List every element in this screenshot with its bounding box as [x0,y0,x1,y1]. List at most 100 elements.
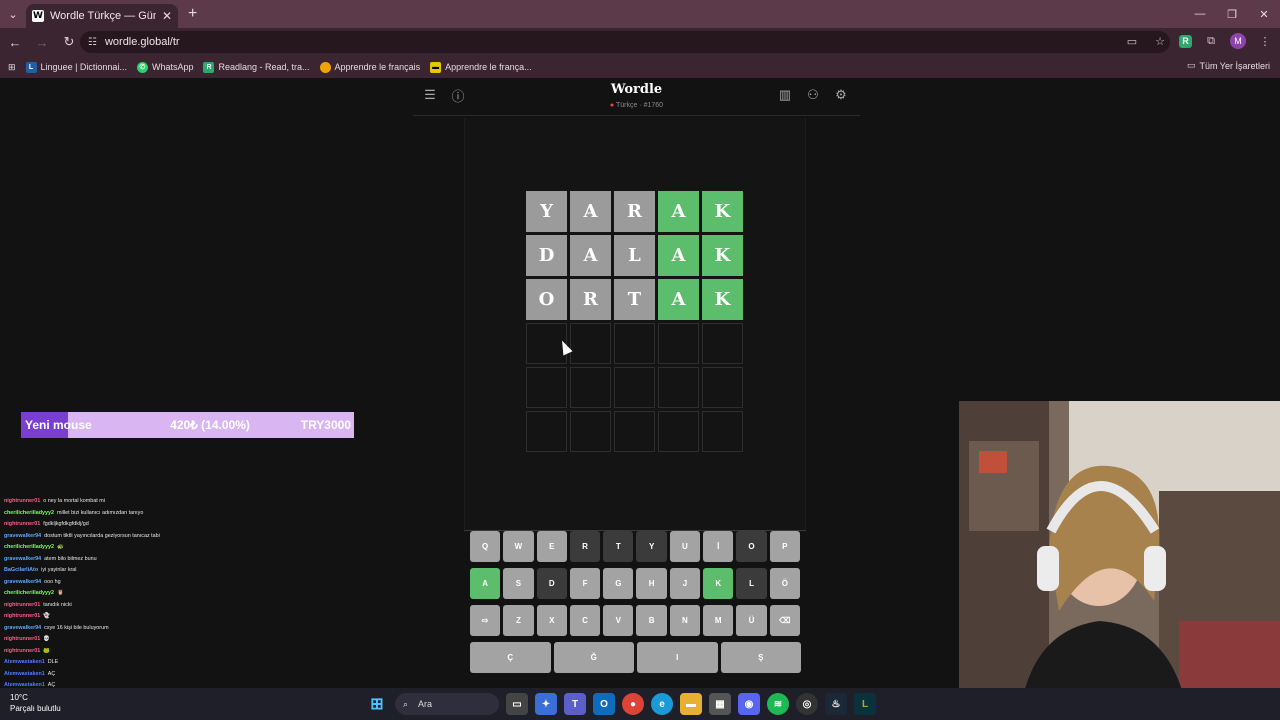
bookmark-whatsapp[interactable]: ✆ WhatsApp [136,61,193,73]
puzzle-number: #1760 [643,102,664,109]
browser-tab[interactable]: W Wordle Türkçe — Günlük kelime ✕ [26,4,178,28]
copilot-icon[interactable]: ✦ [535,693,557,715]
bookmark-apprendre-2[interactable]: ▬ Apprendre le frança... [430,61,532,73]
key-ç[interactable]: Ç [470,642,551,673]
chat-message: Atemwastaken1 AÇ [4,669,304,681]
key-z[interactable]: Z [503,605,534,636]
key-g[interactable]: G [603,568,634,599]
user-icon[interactable]: ⚇ [806,87,820,102]
chat-username: nightrunner01 [4,601,41,608]
bookmark-linguee[interactable]: L Linguee | Dictionnai... [25,61,127,73]
address-bar[interactable]: ☷ wordle.global/tr [80,31,1170,53]
key-l[interactable]: L [736,568,767,599]
key-m[interactable]: M [703,605,734,636]
key-a[interactable]: A [470,568,501,599]
chat-username: nightrunner01 [4,636,41,642]
bookmark-label: Linguee | Dictionnai... [40,62,127,72]
new-tab-icon[interactable]: + [188,5,197,23]
board-row: ORTAK [526,279,743,320]
key-v[interactable]: V [603,605,634,636]
key-b[interactable]: B [636,605,667,636]
board-tile [702,411,743,452]
file-explorer-icon[interactable]: ▬ [680,693,702,715]
task-view-icon[interactable]: ▭ [506,693,528,715]
key-h[interactable]: H [636,568,667,599]
linguee-icon: L [25,61,37,73]
key-ş[interactable]: Ş [720,642,801,673]
key-x[interactable]: X [536,605,567,636]
key-⇨[interactable]: ⇨ [470,605,501,636]
board-tile: K [702,235,743,276]
windows-taskbar: 10°C Parçalı bulutlu ⊞ ⌕ Ara ▭ ✦ T O ● e… [0,688,1280,720]
obs-icon[interactable]: ◎ [796,693,818,715]
close-icon[interactable]: ✕ [162,9,172,23]
key-q[interactable]: Q [470,531,501,562]
tab-search-icon[interactable]: ⌄ [0,0,26,28]
edge-icon[interactable]: e [651,693,673,715]
key-j[interactable]: J [669,568,701,599]
profile-avatar[interactable]: M [1230,33,1246,49]
stream-chat: nightrunner01 o ney la mortal kombat mi ch… [4,496,304,703]
gear-icon[interactable]: ⚙ [834,87,848,102]
chrome-icon[interactable]: ● [622,693,644,715]
chat-username: Atemwastaken1 [4,670,45,677]
reload-icon[interactable]: ↻ [57,30,81,54]
board-tile [614,323,655,364]
stats-icon[interactable]: ▥ [778,87,792,102]
site-info-icon[interactable]: ☷ [88,37,97,48]
chat-text: csye 16 kişi bile buluyorum [44,624,109,631]
key-i̇[interactable]: İ [703,531,734,562]
all-bookmarks[interactable]: ▭ Tüm Yer İşaretleri [1187,60,1270,71]
key-o[interactable]: O [736,531,767,562]
chat-text: atem bilo bilmez bunu [44,555,97,562]
keyboard-row: ÇĞIŞ [470,642,802,673]
extensions-icon[interactable]: ⧉ [1202,32,1220,50]
outlook-icon[interactable]: O [593,693,615,715]
chat-message: cherilicherilladyyy2 millet bizi kullanıc… [4,508,304,520]
key-f[interactable]: F [569,568,601,599]
steam-icon[interactable]: ♨ [825,693,847,715]
chat-text: fgdkljkgfdkgfdklj/gd [43,521,89,527]
back-icon[interactable]: ← [3,30,27,54]
bookmark-star-icon[interactable]: ☆ [1151,32,1169,50]
key-i[interactable]: I [637,642,718,673]
weather-widget[interactable]: 10°C Parçalı bulutlu [10,692,61,714]
chat-message: gravewalker94 dostum tiktli yayıncılarda … [4,531,304,543]
minimize-icon[interactable]: — [1184,0,1216,28]
bookmark-readlang[interactable]: R Readlang - Read, tra... [203,61,310,73]
key-k[interactable]: K [703,568,734,599]
key-t[interactable]: T [603,531,634,562]
key-ğ[interactable]: Ğ [553,642,634,673]
key-c[interactable]: C [569,605,601,636]
board-tile: K [702,279,743,320]
key-e[interactable]: E [536,531,567,562]
readlang-extension-icon[interactable]: R [1179,34,1192,48]
maximize-icon[interactable]: ❐ [1216,0,1248,28]
key-⌫[interactable]: ⌫ [769,605,800,636]
spotify-icon[interactable]: ≋ [767,693,789,715]
bookmark-apprendre-1[interactable]: Apprendre le français [319,61,420,73]
key-r[interactable]: R [569,531,601,562]
chat-message: Atemwastaken1 DLE [4,657,304,669]
board-tile [702,367,743,408]
store-icon[interactable]: ▦ [709,693,731,715]
key-ö[interactable]: Ö [769,568,800,599]
key-u[interactable]: U [669,531,701,562]
key-d[interactable]: D [536,568,567,599]
key-w[interactable]: W [503,531,534,562]
forward-icon[interactable]: → [30,30,54,54]
windows-start-icon[interactable]: ⊞ [366,693,388,715]
taskbar-search[interactable]: ⌕ Ara [395,693,499,715]
league-icon[interactable]: L [854,693,876,715]
cast-icon[interactable]: ▭ [1123,32,1141,50]
key-y[interactable]: Y [636,531,667,562]
apps-grid-icon[interactable]: ⊞ [8,62,16,73]
key-n[interactable]: N [669,605,701,636]
teams-icon[interactable]: T [564,693,586,715]
window-close-icon[interactable]: ✕ [1248,0,1280,28]
discord-icon[interactable]: ◉ [738,693,760,715]
key-p[interactable]: P [769,531,800,562]
menu-kebab-icon[interactable]: ⋮ [1256,32,1274,50]
key-s[interactable]: S [503,568,534,599]
key-ü[interactable]: Ü [736,605,767,636]
